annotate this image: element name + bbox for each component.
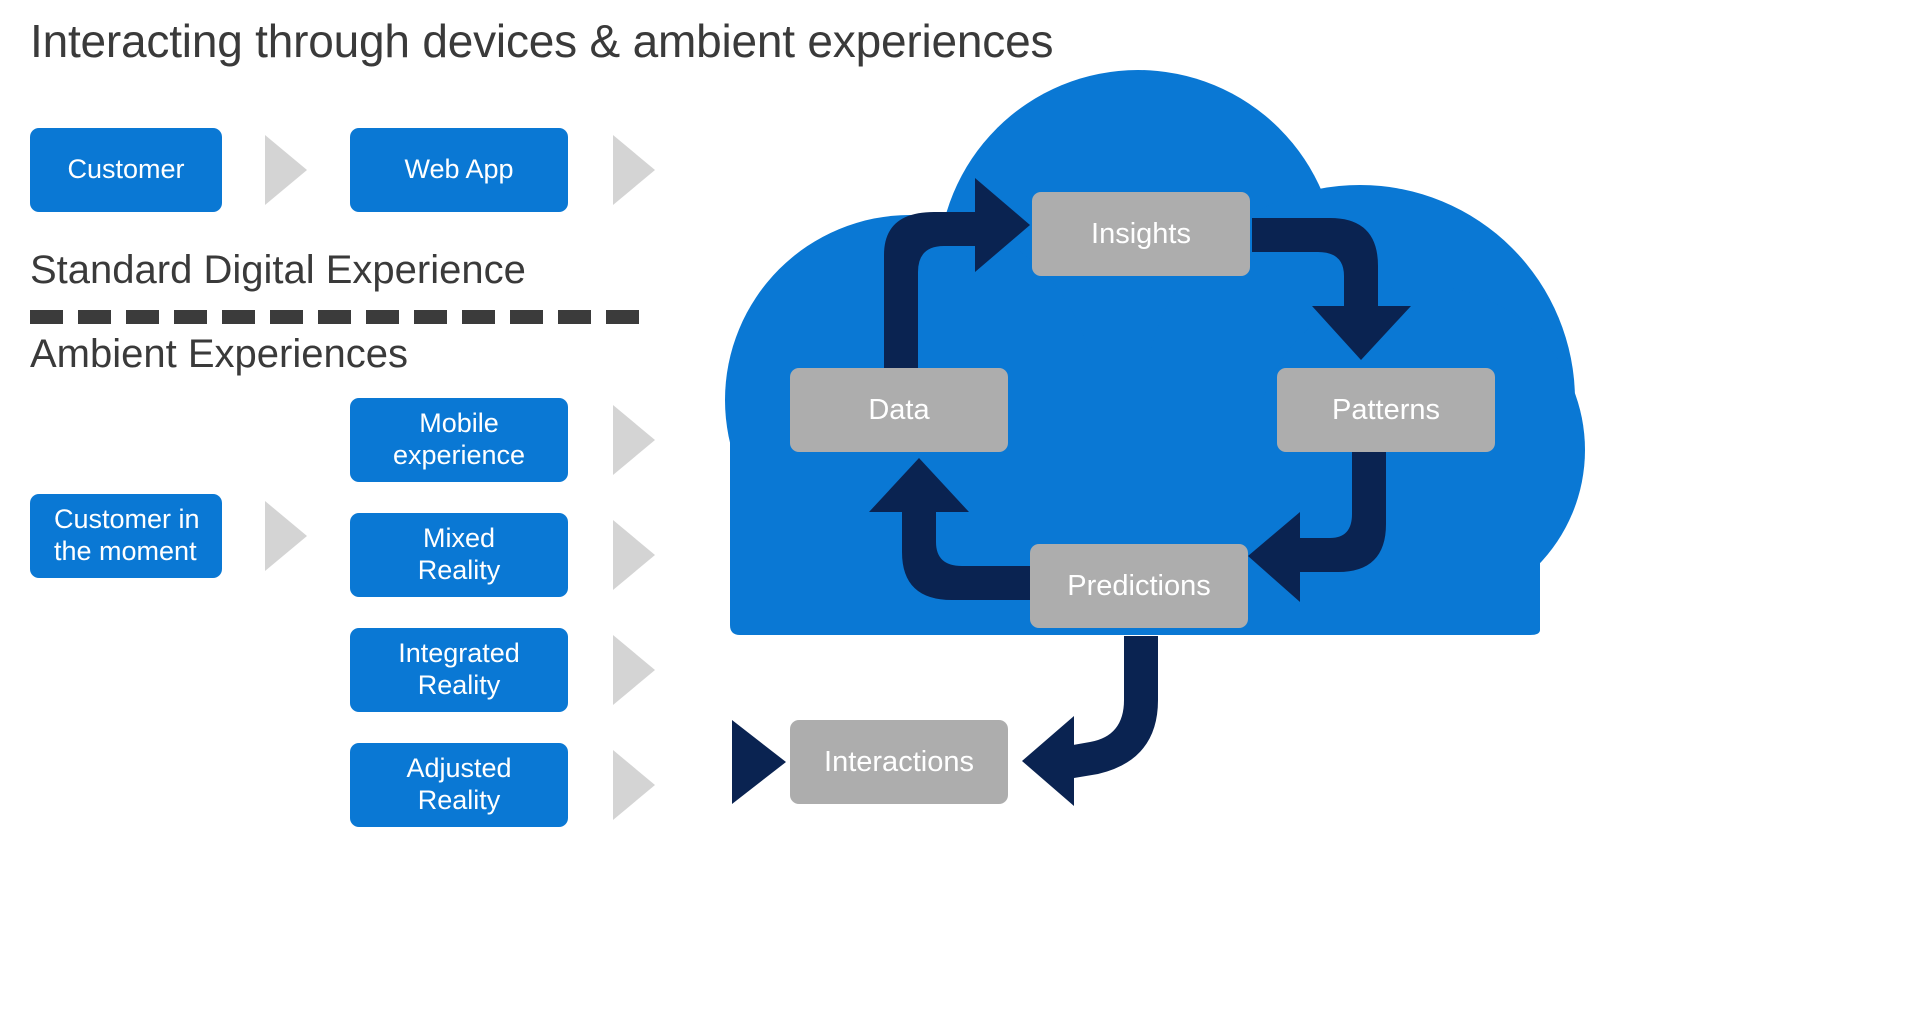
node-predictions-label: Predictions — [1067, 569, 1211, 602]
node-data-label: Data — [868, 393, 930, 426]
node-customer-in-the-moment-line2: the moment — [54, 536, 197, 566]
node-integrated-reality-line1: Integrated — [398, 638, 520, 669]
dash-segment — [366, 310, 399, 324]
node-insights[interactable]: Insights — [1032, 192, 1250, 276]
node-integrated-reality-line2: Reality — [417, 670, 501, 700]
dash-segment — [462, 310, 495, 324]
dash-segment — [78, 310, 111, 324]
chevron-icon-6 — [613, 635, 655, 705]
page-title: Interacting through devices & ambient ex… — [30, 15, 1054, 67]
node-customer-in-the-moment[interactable]: Customer in the moment — [30, 494, 222, 578]
node-mixed-reality-line2: Reality — [417, 555, 501, 585]
node-adjusted-reality[interactable]: Adjusted Reality — [350, 743, 568, 827]
node-customer-label: Customer — [67, 154, 185, 185]
dash-segment — [414, 310, 447, 324]
node-customer[interactable]: Customer — [30, 128, 222, 212]
dash-segment — [222, 310, 255, 324]
node-patterns-label: Patterns — [1332, 393, 1440, 426]
dash-segment — [126, 310, 159, 324]
node-interactions[interactable]: Interactions — [790, 720, 1008, 804]
dash-segment — [30, 310, 63, 324]
node-data[interactable]: Data — [790, 368, 1008, 452]
node-mixed-reality-line1: Mixed — [422, 523, 496, 554]
dashed-divider — [30, 310, 656, 324]
dash-segment — [510, 310, 543, 324]
slide-canvas: Interacting through devices & ambient ex… — [0, 0, 1918, 1026]
section-label-ambient: Ambient Experiences — [30, 332, 408, 376]
chevron-icon-1 — [265, 135, 307, 205]
dash-segment — [174, 310, 207, 324]
node-web-app[interactable]: Web App — [350, 128, 568, 212]
node-mobile-experience[interactable]: Mobile experience — [350, 398, 568, 482]
node-mixed-reality[interactable]: Mixed Reality — [350, 513, 568, 597]
arrow-predictions-to-interactions — [1022, 636, 1158, 806]
node-adjusted-reality-line2: Reality — [417, 785, 501, 815]
chevron-icon-2 — [613, 135, 655, 205]
chevron-icon-7 — [613, 750, 655, 820]
node-integrated-reality[interactable]: Integrated Reality — [350, 628, 568, 712]
node-web-app-label: Web App — [404, 154, 514, 185]
chevron-icon-4 — [613, 405, 655, 475]
arrow-interactions-out — [732, 720, 786, 804]
section-label-standard: Standard Digital Experience — [30, 248, 526, 292]
node-mobile-experience-line1: Mobile — [419, 408, 499, 439]
dash-segment — [270, 310, 303, 324]
dash-segment — [606, 310, 639, 324]
dash-segment — [558, 310, 591, 324]
chevron-icon-5 — [613, 520, 655, 590]
node-insights-label: Insights — [1091, 217, 1191, 250]
node-patterns[interactable]: Patterns — [1277, 368, 1495, 452]
node-interactions-label: Interactions — [824, 745, 974, 778]
chevron-icon-3 — [265, 501, 307, 571]
node-customer-in-the-moment-line1: Customer in — [54, 504, 200, 535]
dash-segment — [318, 310, 351, 324]
node-adjusted-reality-line1: Adjusted — [406, 753, 512, 784]
node-mobile-experience-line2: experience — [392, 440, 526, 470]
node-predictions[interactable]: Predictions — [1030, 544, 1248, 628]
